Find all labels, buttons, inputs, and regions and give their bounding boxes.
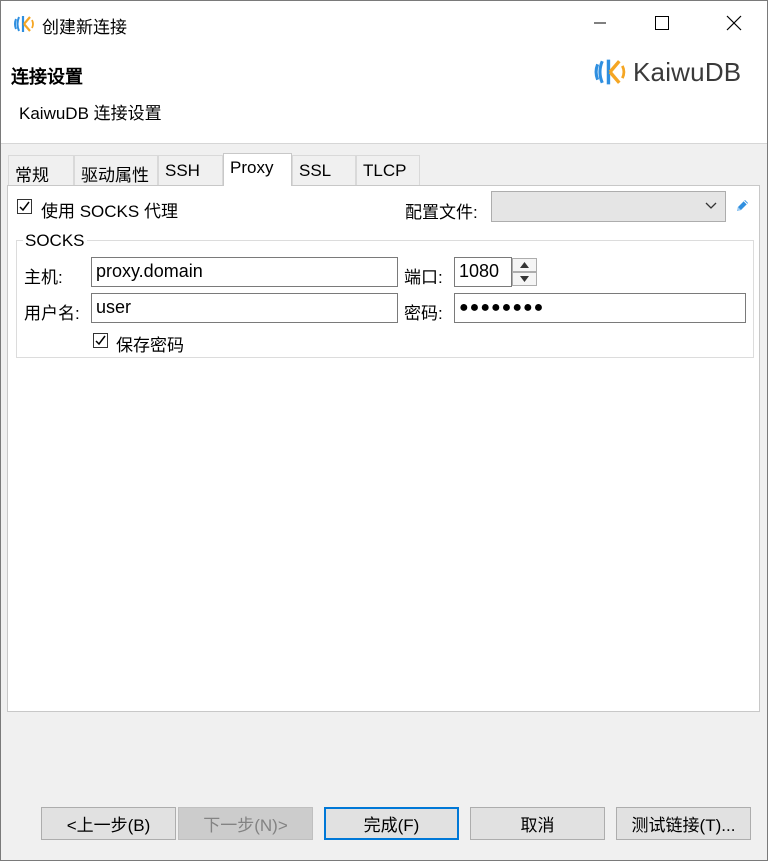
use-socks-label: 使用 SOCKS 代理: [41, 202, 178, 221]
tab-tlcp[interactable]: TLCP: [356, 155, 420, 185]
save-password-label: 保存密码: [116, 336, 184, 355]
pencil-icon[interactable]: [734, 198, 750, 219]
profile-select[interactable]: [491, 191, 726, 222]
triangle-up-icon: [520, 262, 529, 268]
kaiwudb-logo-icon: [13, 13, 35, 35]
checkmark-icon: [95, 335, 106, 346]
tab-ssh[interactable]: SSH: [158, 155, 223, 185]
host-label: 主机:: [24, 268, 63, 287]
port-input[interactable]: 1080: [454, 257, 512, 287]
host-input[interactable]: proxy.domain: [91, 257, 398, 287]
save-password-checkbox[interactable]: [93, 333, 108, 348]
page-title: 连接设置: [11, 67, 83, 87]
chevron-down-icon: [705, 202, 717, 209]
brand-logo: KaiwuDB: [593, 55, 741, 89]
back-button[interactable]: <上一步(B): [41, 807, 176, 840]
finish-button[interactable]: 完成(F): [324, 807, 459, 840]
minimize-icon: [594, 22, 606, 24]
password-label: 密码:: [404, 304, 443, 323]
page-subtitle: KaiwuDB 连接设置: [19, 104, 162, 123]
header-banner: 连接设置 KaiwuDB 连接设置 KaiwuDB: [1, 45, 767, 144]
close-icon: [726, 15, 742, 31]
password-input[interactable]: ●●●●●●●●: [454, 293, 746, 323]
triangle-down-icon: [520, 276, 529, 282]
dialog-window: 创建新连接 连接设置 KaiwuDB 连接设置 KaiwuDB 常规 驱动属性 …: [0, 0, 768, 861]
window-title: 创建新连接: [42, 18, 127, 37]
tab-driver-properties[interactable]: 驱动属性: [74, 155, 158, 185]
socks-group-title: SOCKS: [23, 231, 87, 251]
title-bar: 创建新连接: [1, 1, 767, 45]
maximize-button[interactable]: [639, 1, 685, 45]
tab-ssl[interactable]: SSL: [292, 155, 356, 185]
minimize-button[interactable]: [577, 1, 623, 45]
use-socks-checkbox[interactable]: [17, 199, 32, 214]
tab-proxy[interactable]: Proxy: [223, 153, 292, 186]
port-label: 端口:: [404, 268, 443, 287]
next-button[interactable]: 下一步(N)>: [178, 807, 313, 840]
close-button[interactable]: [711, 1, 757, 45]
brand-name: KaiwuDB: [633, 56, 742, 87]
checkmark-icon: [19, 201, 30, 212]
port-decrement-button[interactable]: [512, 272, 537, 286]
test-connection-button[interactable]: 测试链接(T)...: [616, 807, 751, 840]
username-label: 用户名:: [24, 304, 80, 323]
username-input[interactable]: user: [91, 293, 398, 323]
kaiwudb-logo-icon: [594, 59, 626, 85]
maximize-icon: [655, 16, 669, 30]
tab-general[interactable]: 常规: [8, 155, 74, 185]
port-increment-button[interactable]: [512, 258, 537, 272]
port-stepper[interactable]: [512, 257, 537, 287]
profile-label: 配置文件:: [405, 203, 478, 222]
cancel-button[interactable]: 取消: [470, 807, 605, 840]
